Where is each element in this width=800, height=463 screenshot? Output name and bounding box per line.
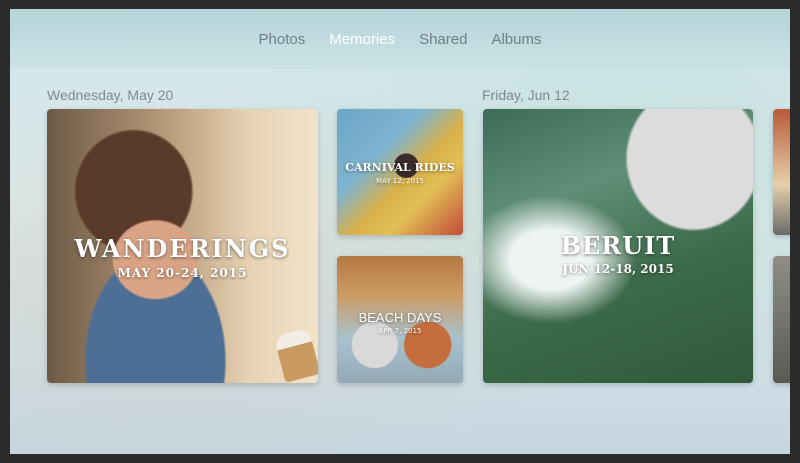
section-date-jun-12: Friday, Jun 12	[482, 87, 570, 103]
tab-albums[interactable]: Albums	[479, 31, 553, 48]
ice-cream-cone-photo-detail	[273, 327, 318, 383]
tab-photos[interactable]: Photos	[247, 31, 318, 48]
memory-dates: MAY 20-24, 2015	[117, 266, 248, 280]
memory-title: CARNIVAL RIDES	[345, 161, 455, 174]
tab-memories[interactable]: Memories	[317, 31, 407, 48]
memory-title: BERUIT	[560, 231, 676, 260]
memory-title: BEACH DAYS	[358, 310, 442, 325]
memory-card-carnival-rides[interactable]: CARNIVAL RIDES MAY 12, 2015	[337, 109, 463, 235]
memory-card-partial-top[interactable]	[773, 109, 790, 235]
memory-dates: MAY 12, 2015	[376, 177, 424, 185]
screen: Photos Memories Shared Albums Wednesday,…	[10, 9, 790, 454]
section-date-may-20: Wednesday, May 20	[47, 87, 174, 103]
tv-frame: Photos Memories Shared Albums Wednesday,…	[0, 0, 800, 463]
memory-card-beruit[interactable]: BERUIT JUN 12-18, 2015	[483, 109, 753, 383]
tab-shared[interactable]: Shared	[407, 31, 479, 48]
memory-title: WANDERINGS	[74, 234, 291, 263]
top-navigation: Photos Memories Shared Albums	[10, 9, 790, 69]
memory-card-beach-days[interactable]: BEACH DAYS APR 7, 2015	[337, 256, 463, 383]
memory-card-partial-bottom[interactable]	[773, 256, 790, 383]
memory-dates: JUN 12-18, 2015	[562, 262, 674, 276]
memory-dates: APR 7, 2015	[378, 327, 422, 335]
memory-card-wanderings[interactable]: WANDERINGS MAY 20-24, 2015	[47, 109, 318, 383]
